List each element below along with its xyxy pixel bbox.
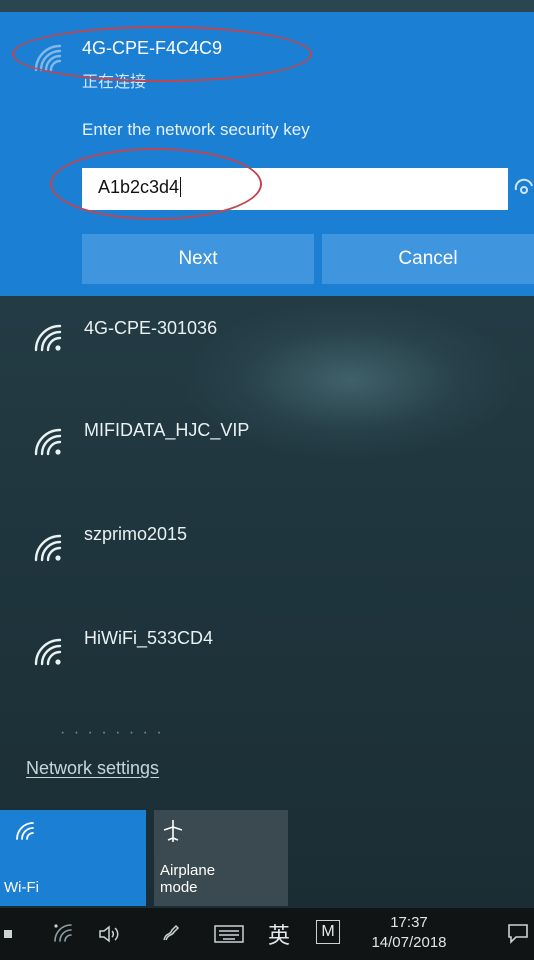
- network-name: 4G-CPE-301036: [84, 318, 218, 338]
- wifi-icon: [34, 324, 62, 352]
- network-flyout: 4G-CPE-F4C4C9 正在连接 Enter the network sec…: [0, 0, 534, 908]
- ime-language-indicator[interactable]: 英: [268, 918, 290, 950]
- partial-network-item[interactable]: · · · · · · · ·: [60, 724, 260, 744]
- network-item[interactable]: HiWiFi_533CD4: [0, 618, 534, 698]
- network-name: szprimo2015: [84, 524, 188, 544]
- network-item[interactable]: szprimo2015: [0, 514, 534, 594]
- clock[interactable]: 17:37 14/07/2018: [366, 913, 452, 953]
- airplane-icon: [163, 820, 183, 842]
- wifi-icon: [16, 822, 34, 840]
- network-item[interactable]: MIFIDATA_HJC_VIP: [0, 410, 534, 490]
- airplane-mode-tile[interactable]: Airplane mode: [154, 810, 288, 906]
- selected-network[interactable]: 4G-CPE-F4C4C9 正在连接 Enter the network sec…: [0, 12, 534, 296]
- airplane-tile-label: Airplane mode: [160, 862, 216, 896]
- security-key-label: Enter the network security key: [82, 120, 310, 139]
- taskbar: 英 M 17:37 14/07/2018: [0, 908, 534, 960]
- wifi-icon: [34, 534, 62, 562]
- annotation-circle: [12, 26, 312, 82]
- keyboard-icon[interactable]: [214, 924, 244, 944]
- network-settings-link[interactable]: Network settings: [26, 758, 159, 779]
- wifi-tile-label: Wi-Fi: [4, 879, 39, 896]
- cancel-button[interactable]: Cancel: [322, 234, 534, 284]
- next-button[interactable]: Next: [82, 234, 314, 284]
- wifi-icon[interactable]: [52, 922, 74, 944]
- network-name: MIFIDATA_HJC_VIP: [84, 420, 250, 440]
- volume-icon[interactable]: [98, 924, 122, 944]
- annotation-circle: [50, 148, 262, 220]
- ime-mode-indicator[interactable]: M: [316, 920, 340, 944]
- wifi-icon: [34, 638, 62, 666]
- clock-time: 17:37: [390, 914, 428, 931]
- reveal-password-icon[interactable]: [512, 176, 534, 202]
- wifi-icon: [34, 428, 62, 456]
- network-item[interactable]: 4G-CPE-301036: [0, 306, 534, 386]
- action-center-icon[interactable]: [506, 922, 530, 944]
- clock-date: 14/07/2018: [371, 934, 447, 951]
- show-hidden-icons-icon[interactable]: [4, 930, 12, 938]
- pen-icon[interactable]: [160, 922, 182, 944]
- network-name: HiWiFi_533CD4: [84, 628, 214, 648]
- wifi-toggle-tile[interactable]: Wi-Fi: [0, 810, 146, 906]
